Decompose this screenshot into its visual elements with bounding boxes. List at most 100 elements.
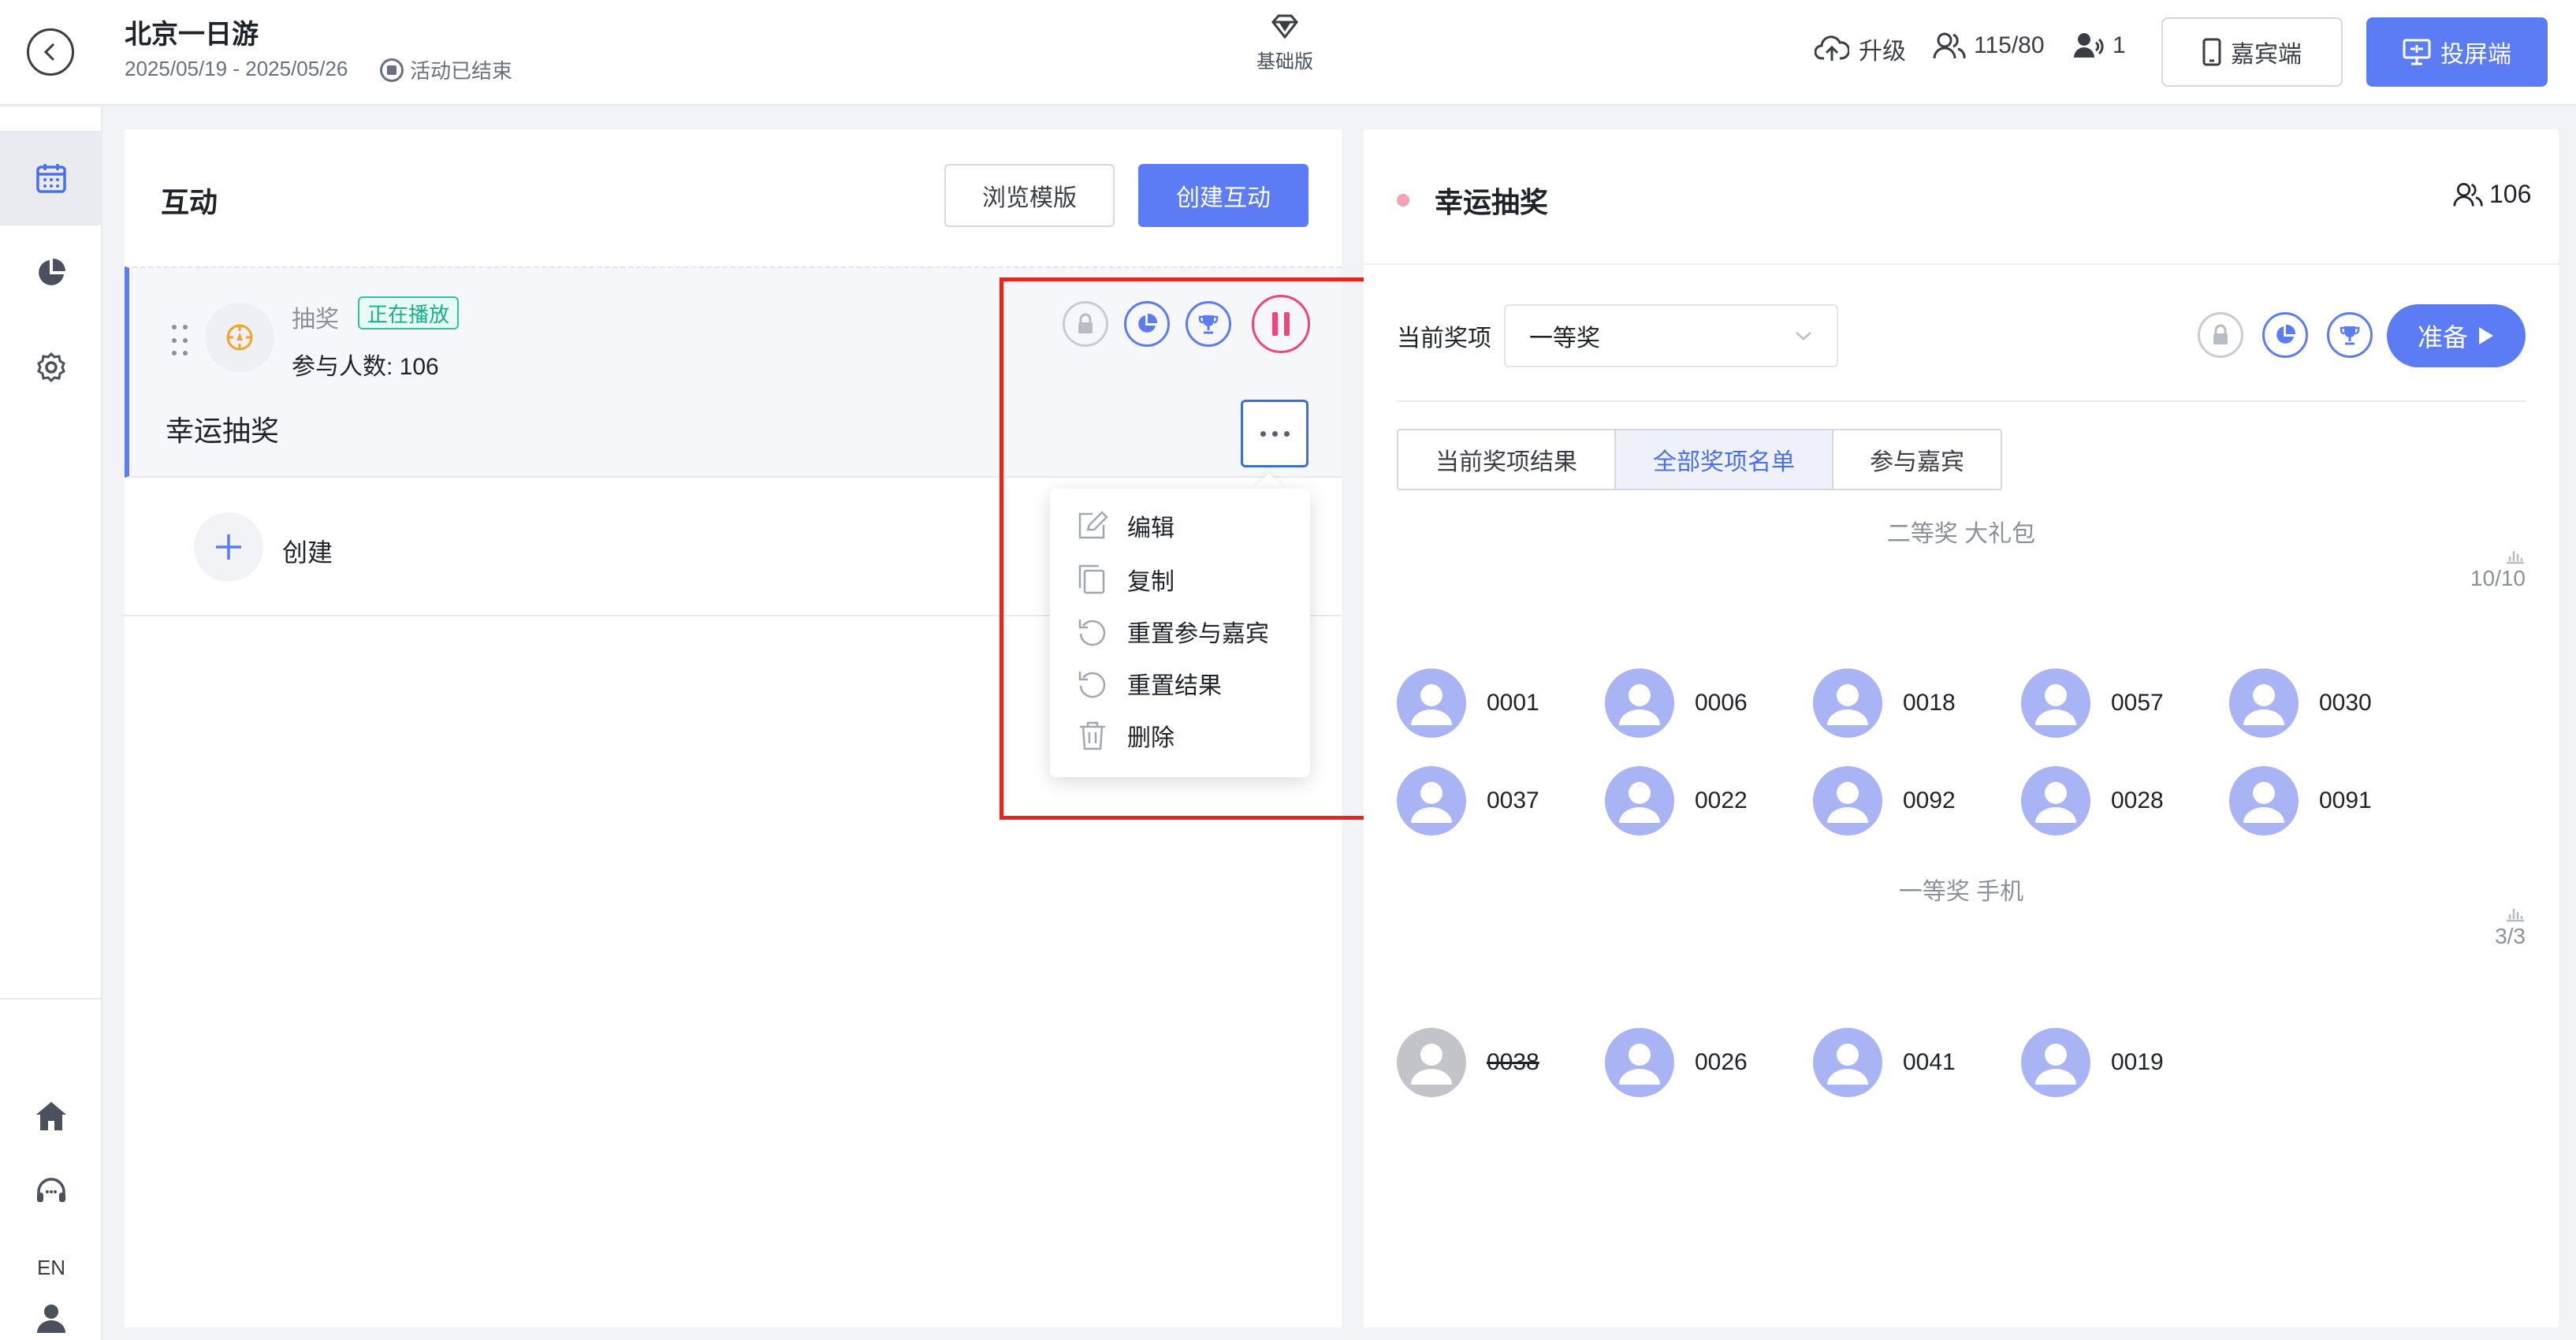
avatar [1605,1028,1674,1097]
avatar [2021,1028,2090,1097]
language-toggle: EN [36,1255,66,1279]
user-online-icon [2074,33,2104,58]
divider [1364,263,2559,265]
avatar [1813,1028,1882,1097]
prizes-button[interactable] [2327,312,2373,358]
cloud-upload-icon [1815,35,1849,61]
status-badge: 正在播放 [358,296,460,329]
card-participants: 参与人数: 106 [292,354,439,380]
upgrade-button[interactable]: 升级 [1815,32,1906,66]
divider [1397,400,2526,402]
lottery-wheel-icon [205,303,274,372]
sidebar-divider [0,998,102,999]
winner-item: 0092 [1813,766,1956,836]
winner-item: 0041 [1813,1028,1956,1097]
ready-button[interactable]: 准备 [2387,304,2526,367]
winner-number-cancelled: 0038 [1487,1049,1539,1075]
sidebar-item-settings[interactable] [0,320,102,415]
prize-group-count: 10/10 [2470,566,2526,590]
event-title: 北京一日游 [125,20,259,50]
tab-participants[interactable]: 参与嘉宾 [1833,430,2001,489]
tab-current-results[interactable]: 当前奖项结果 [1398,430,1616,489]
event-status: 活动已结束 [380,55,512,84]
avatar [1397,1028,1466,1097]
avatar [2229,668,2299,738]
home-icon [36,1102,66,1130]
online-count: 1 [2073,32,2126,60]
prize-select-value: 一等奖 [1529,326,1600,352]
winner-number: 0030 [2319,690,2372,716]
play-icon [2479,327,2493,344]
winner-item: 0028 [2021,766,2164,836]
avatar [2021,668,2090,738]
lottery-detail-panel: 幸运抽奖 106 当前奖项 一等奖 准备 当前奖项结果 全部奖项名单 参与嘉宾 … [1364,129,2559,1327]
winner-item: 0038 [1397,1028,1539,1097]
winner-number: 0028 [2111,787,2164,813]
winner-item: 0001 [1397,668,1539,738]
pie-chart-icon [39,259,65,285]
avatar [1605,766,1674,836]
top-bar: 北京一日游 2025/05/19 - 2025/05/26 活动已结束 基础版 … [0,0,2576,106]
upgrade-label: 升级 [1859,39,1906,65]
winner-item: 0018 [1813,668,1956,738]
card-name: 幸运抽奖 [166,415,280,447]
guest-view-button[interactable]: 嘉宾端 [2161,17,2343,87]
winner-number: 0022 [1695,787,1748,813]
user-icon [37,1305,65,1333]
projector-icon [2403,39,2431,65]
result-tabs: 当前奖项结果 全部奖项名单 参与嘉宾 [1397,429,2002,490]
winner-number: 0092 [1903,787,1956,813]
stop-icon [380,58,404,82]
lock-icon [2213,324,2228,344]
bar-chart-icon [2507,551,2524,564]
chevron-down-icon [1796,332,1811,341]
projection-view-button[interactable]: 投屏端 [2366,17,2548,87]
sidebar: EN [0,107,102,1340]
ready-label: 准备 [2417,323,2468,352]
plus-icon [194,512,263,582]
winner-number: 0026 [1695,1049,1748,1075]
prize-group-title: 二等奖 大礼包 [1886,521,2036,547]
pie-chart-icon [2276,324,2296,344]
prize-select[interactable]: 一等奖 [1504,304,1838,367]
sidebar-item-calendar[interactable] [0,131,102,225]
winner-number: 0041 [1903,1049,1956,1075]
tab-all-winners[interactable]: 全部奖项名单 [1616,430,1833,489]
winner-item: 0022 [1605,766,1748,836]
diamond-icon [1271,14,1298,39]
event-status-label: 活动已结束 [410,59,513,83]
phone-icon [2202,38,2221,66]
sidebar-item-account[interactable] [0,1296,102,1340]
lock-button[interactable] [2198,312,2243,358]
winner-number: 0001 [1487,690,1539,716]
event-dates: 2025/05/19 - 2025/05/26 [125,57,348,80]
online-count-value: 1 [2113,32,2126,58]
create-interaction-button[interactable]: 创建互动 [1138,164,1308,227]
avatar [1397,668,1466,738]
winner-number: 0006 [1695,690,1748,716]
avatar [1813,766,1882,836]
users-icon [1933,32,1966,59]
gear-icon [37,352,65,383]
guest-view-label: 嘉宾端 [2231,42,2302,68]
winner-item: 0030 [2229,668,2372,738]
winner-item: 0057 [2021,668,2164,738]
sidebar-item-stats[interactable] [0,225,102,320]
plan-label: 基础版 [1256,51,1313,73]
drag-handle-icon[interactable] [172,325,188,359]
plan-indicator: 基础版 [1230,14,1340,73]
back-button[interactable] [27,28,74,76]
participant-count-value: 106 [2489,180,2532,208]
stats-button[interactable] [2262,312,2308,358]
bar-chart-icon [2507,909,2524,922]
status-dot [1397,194,1409,207]
winner-item: 0037 [1397,766,1539,836]
winner-number: 0091 [2319,787,2372,813]
winner-number: 0019 [2111,1049,2164,1075]
panel-title: 互动 [161,186,218,218]
chevron-left-icon [43,43,55,61]
browse-templates-button[interactable]: 浏览模版 [944,164,1115,227]
calendar-icon [36,164,66,193]
avatar [2021,766,2090,836]
prize-group-meta: 3/3 [2495,905,2526,949]
